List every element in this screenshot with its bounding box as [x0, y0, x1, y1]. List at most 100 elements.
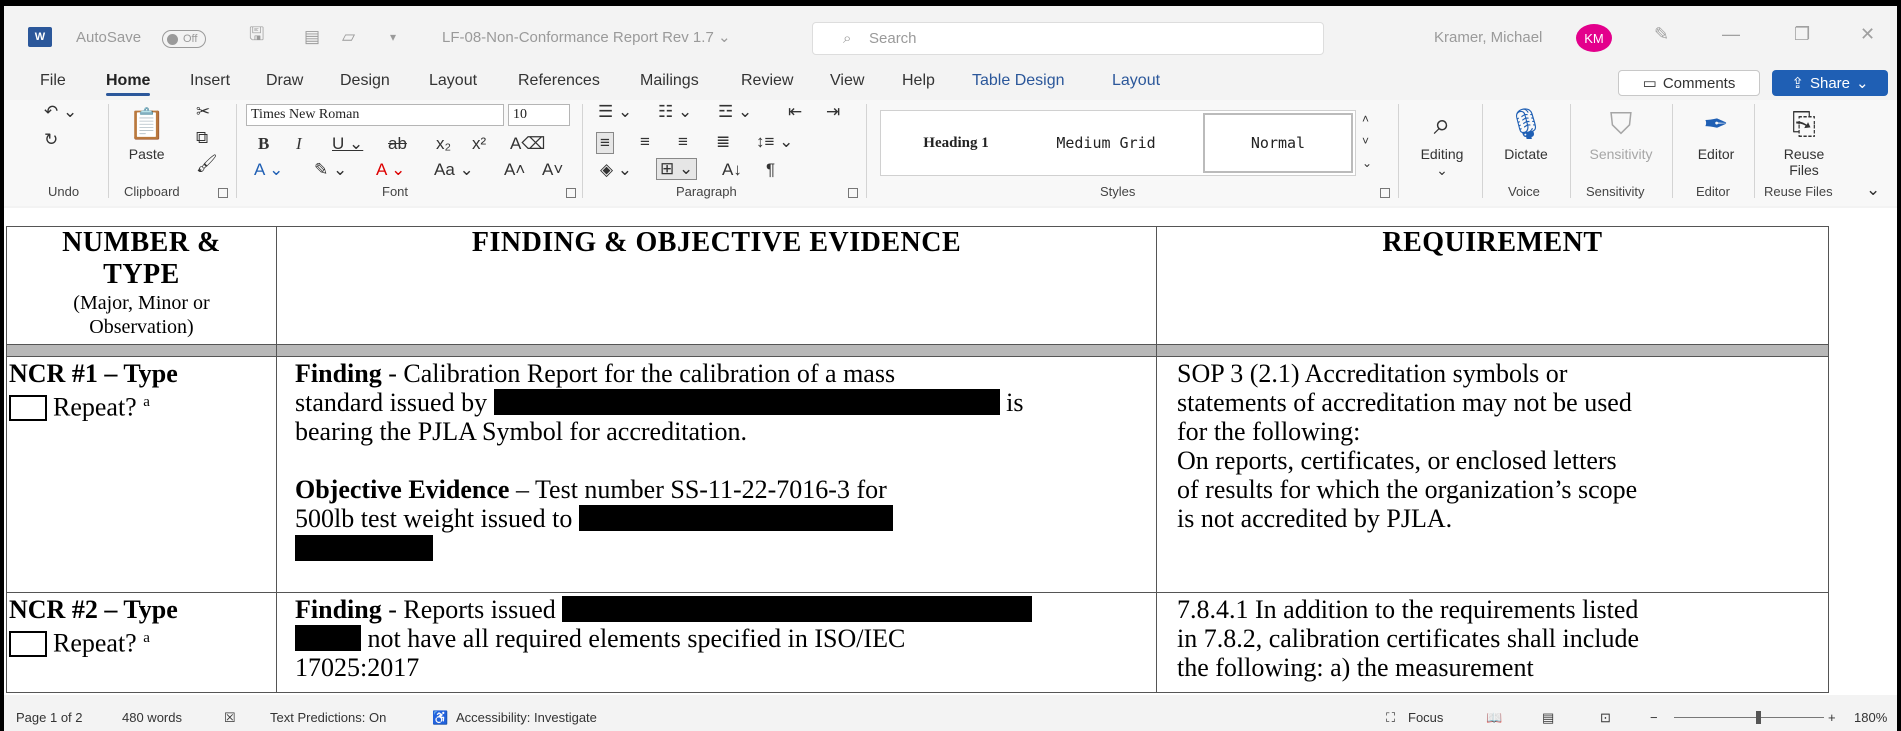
pilcrow-icon[interactable]: ¶	[766, 160, 775, 180]
style-heading-1[interactable]: Heading 1	[881, 111, 1031, 175]
zoom-slider-thumb[interactable]	[1756, 711, 1761, 724]
strikethrough-button[interactable]: ab	[388, 134, 407, 154]
zoom-in-icon[interactable]: +	[1828, 710, 1836, 725]
undo-icon[interactable]: ↶ ⌄	[44, 102, 77, 122]
styles-scroll-icon[interactable]: ˄ ˅ ⌄	[1362, 108, 1372, 174]
borders-icon[interactable]: ⊞ ⌄	[656, 158, 698, 180]
comments-button[interactable]: ▭ Comments	[1618, 70, 1760, 96]
dictate-button[interactable]: 🎙 Dictate	[1494, 104, 1558, 162]
style-normal[interactable]: Normal	[1203, 113, 1353, 173]
redo-icon[interactable]: ↻	[44, 130, 58, 150]
avatar[interactable]: KM	[1576, 24, 1612, 52]
minimize-icon[interactable]: —	[1722, 24, 1740, 45]
line-spacing-icon[interactable]: ↕≡ ⌄	[756, 132, 793, 152]
font-color-icon[interactable]: A ⌄	[376, 160, 405, 180]
page-count[interactable]: Page 1 of 2	[16, 710, 83, 725]
editor-button[interactable]: ✒ Editor	[1686, 104, 1746, 162]
bold-button[interactable]: B	[258, 134, 269, 154]
clipboard-launcher-icon[interactable]	[218, 188, 228, 198]
ncr-2-number-cell[interactable]: NCR #2 – Type Repeat? a	[6, 592, 277, 693]
font-launcher-icon[interactable]	[566, 188, 576, 198]
folder-icon[interactable]: ▱	[342, 6, 355, 68]
pen-icon[interactable]: ✎	[1654, 24, 1669, 45]
tab-references[interactable]: References	[518, 72, 600, 90]
tab-draw[interactable]: Draw	[266, 72, 303, 90]
zoom-slider-track[interactable]	[1674, 717, 1824, 718]
underline-button[interactable]: U ⌄	[332, 134, 363, 154]
tab-design[interactable]: Design	[340, 72, 390, 90]
align-center-icon[interactable]: ≡	[640, 132, 650, 152]
style-medium-grid[interactable]: Medium Grid	[1031, 111, 1181, 175]
repeat-checkbox[interactable]	[9, 394, 47, 421]
sort-icon[interactable]: A↓	[722, 160, 742, 180]
customize-qat-icon[interactable]: ▾	[390, 6, 396, 68]
font-size-select[interactable]: 10	[508, 104, 570, 126]
tab-layout[interactable]: Layout	[429, 72, 477, 90]
focus-icon[interactable]: ⛶	[1386, 710, 1395, 726]
collapse-ribbon-icon[interactable]: ⌄	[1866, 180, 1880, 200]
justify-icon[interactable]: ≣	[716, 132, 730, 152]
copy-icon[interactable]: ⧉	[196, 128, 208, 148]
subscript-button[interactable]: x₂	[436, 134, 451, 154]
text-predictions[interactable]: Text Predictions: On	[270, 710, 386, 725]
read-mode-icon[interactable]: 📖	[1486, 710, 1502, 726]
document-area[interactable]: NUMBER & TYPE (Major, Minor or Observati…	[4, 208, 1897, 695]
editing-button[interactable]: ⌕ Editing ⌄	[1412, 104, 1472, 179]
share-button[interactable]: ⇪ Share ⌄	[1772, 70, 1888, 96]
reuse-files-button[interactable]: ⎘ Reuse Files	[1768, 104, 1840, 178]
repeat-checkbox[interactable]	[9, 630, 47, 657]
restore-icon[interactable]: ❐	[1794, 24, 1810, 45]
ncr-1-number-cell[interactable]: NCR #1 – Type Repeat? a	[6, 356, 277, 593]
tab-help[interactable]: Help	[902, 72, 935, 90]
numbering-icon[interactable]: ☷ ⌄	[658, 102, 692, 122]
align-left-icon[interactable]: ≡	[596, 132, 614, 154]
italic-button[interactable]: I	[296, 134, 302, 154]
web-layout-icon[interactable]: ⊡	[1600, 710, 1611, 726]
shading-icon[interactable]: ◈ ⌄	[600, 160, 632, 180]
shrink-font-icon[interactable]: A˅	[542, 160, 563, 180]
form-icon[interactable]: ▤	[304, 6, 320, 68]
tab-home[interactable]: Home	[106, 72, 151, 96]
autosave-toggle[interactable]: Off	[162, 30, 206, 48]
grow-font-icon[interactable]: A˄	[504, 160, 525, 180]
decrease-indent-icon[interactable]: ⇤	[788, 102, 802, 122]
cut-icon[interactable]: ✂	[196, 102, 210, 122]
focus-mode[interactable]: Focus	[1408, 710, 1443, 725]
tab-table-design[interactable]: Table Design	[972, 72, 1065, 90]
tab-file[interactable]: File	[40, 72, 66, 90]
tab-insert[interactable]: Insert	[190, 72, 230, 90]
clear-formatting-icon[interactable]: A⌫	[510, 134, 545, 154]
accessibility-icon[interactable]: ♿	[432, 710, 448, 726]
multilevel-list-icon[interactable]: ☲ ⌄	[718, 102, 752, 122]
text-effects-icon[interactable]: A ⌄	[254, 160, 283, 180]
tab-review[interactable]: Review	[741, 72, 793, 90]
paragraph-launcher-icon[interactable]	[848, 188, 858, 198]
tab-table-layout[interactable]: Layout	[1112, 72, 1160, 90]
highlight-icon[interactable]: ✎ ⌄	[314, 160, 347, 180]
sensitivity-button[interactable]: ⛉ Sensitivity	[1576, 104, 1666, 162]
tab-mailings[interactable]: Mailings	[640, 72, 699, 90]
align-right-icon[interactable]: ≡	[678, 132, 688, 152]
close-icon[interactable]: ✕	[1860, 24, 1875, 45]
word-count[interactable]: 480 words	[122, 710, 182, 725]
accessibility-status[interactable]: Accessibility: Investigate	[456, 710, 597, 725]
superscript-button[interactable]: x²	[472, 134, 486, 154]
print-layout-icon[interactable]: ▤	[1542, 710, 1554, 726]
ncr-2-finding-cell[interactable]: Finding - Reports issued not have all re…	[276, 592, 1157, 693]
increase-indent-icon[interactable]: ⇥	[826, 102, 840, 122]
proofing-icon[interactable]: ☒	[224, 710, 236, 726]
font-name-select[interactable]: Times New Roman	[246, 104, 504, 126]
tab-view[interactable]: View	[830, 72, 864, 90]
save-icon[interactable]: 🖫	[249, 6, 264, 68]
bullets-icon[interactable]: ☰ ⌄	[598, 102, 632, 122]
ncr-1-finding-cell[interactable]: Finding - Calibration Report for the cal…	[276, 356, 1157, 593]
search-input[interactable]: ⌕ Search	[812, 22, 1324, 55]
zoom-level[interactable]: 180%	[1854, 710, 1887, 725]
paste-button[interactable]: 📋 Paste	[128, 104, 165, 162]
document-title[interactable]: LF-08-Non-Conformance Report Rev 1.7 ⌄	[442, 6, 731, 68]
change-case-icon[interactable]: Aa ⌄	[434, 160, 474, 180]
ncr-1-requirement-cell[interactable]: SOP 3 (2.1) Accreditation symbols or sta…	[1156, 356, 1829, 593]
ncr-2-requirement-cell[interactable]: 7.8.4.1 In addition to the requirements …	[1156, 592, 1829, 693]
format-painter-icon[interactable]: 🖌	[196, 154, 218, 174]
zoom-out-icon[interactable]: −	[1650, 710, 1658, 725]
